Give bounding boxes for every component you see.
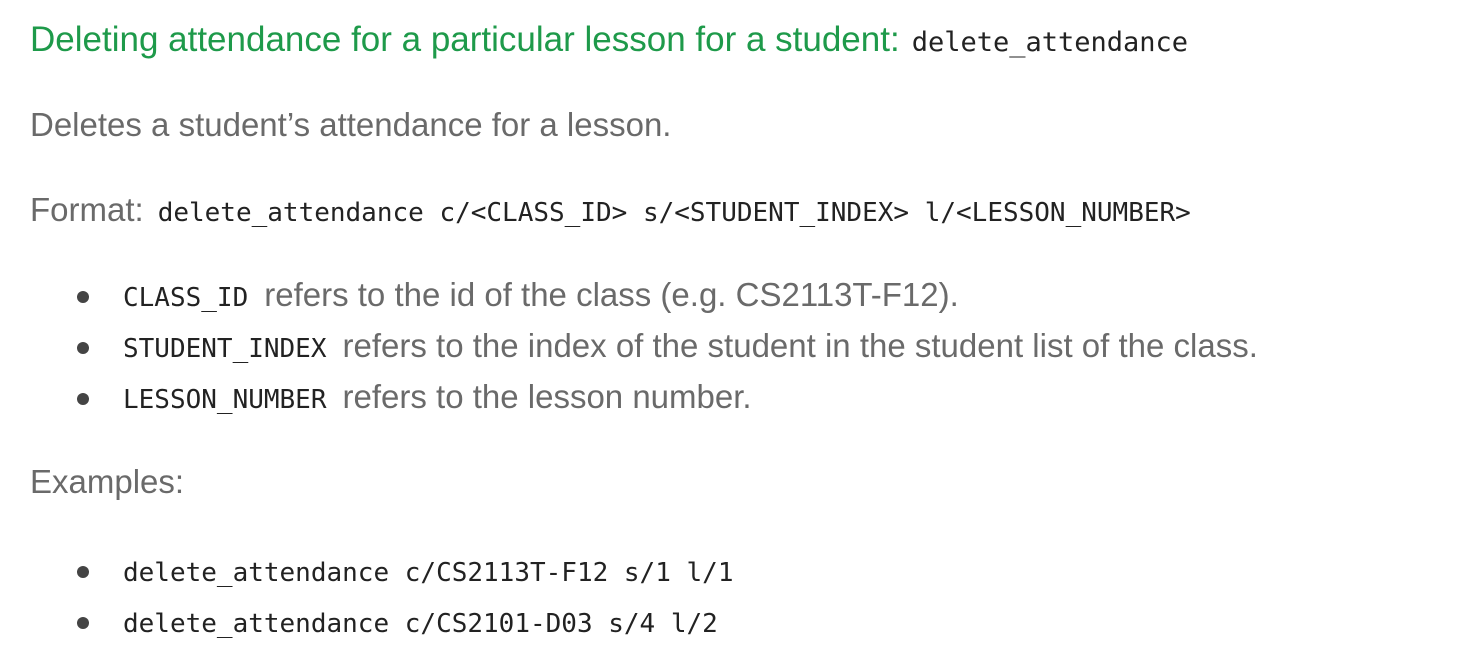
section-heading: Deleting attendance for a particular les… (30, 18, 1188, 65)
format-line: Format: delete_attendance c/<CLASS_ID> s/… (30, 188, 1191, 235)
examples-list: delete_attendance c/CS2113T-F12 s/1 l/1 … (30, 548, 733, 650)
parameter-list: CLASS_ID refers to the id of the class (e… (30, 273, 1258, 426)
bullet-icon (77, 617, 89, 629)
examples-label: Examples: (30, 463, 185, 500)
parameter-description: refers to the lesson number. (342, 378, 752, 415)
list-item-class-id: CLASS_ID refers to the id of the class (e… (30, 273, 1258, 324)
example-item: delete_attendance c/CS2101-D03 s/4 l/2 (30, 599, 733, 650)
parameter-name: CLASS_ID (123, 283, 249, 313)
format-label: Format: (30, 191, 144, 228)
example-command-code: delete_attendance c/CS2101-D03 s/4 l/2 (123, 609, 718, 639)
command-description: Deletes a student’s attendance for a les… (30, 106, 672, 143)
heading-command-code: delete_attendance (911, 27, 1189, 58)
heading-text: Deleting attendance for a particular les… (30, 20, 900, 59)
parameter-name: LESSON_NUMBER (123, 385, 327, 415)
list-item-student-index: STUDENT_INDEX refers to the index of the … (30, 324, 1258, 375)
bullet-icon (77, 566, 89, 578)
bullet-icon (77, 291, 89, 303)
example-command-code: delete_attendance c/CS2113T-F12 s/1 l/1 (123, 558, 734, 588)
parameter-name: STUDENT_INDEX (123, 334, 327, 364)
parameter-description: refers to the index of the student in th… (342, 327, 1258, 364)
format-syntax-code: delete_attendance c/<CLASS_ID> s/<STUDEN… (157, 198, 1191, 228)
bullet-icon (77, 393, 89, 405)
list-item-lesson-number: LESSON_NUMBER refers to the lesson number… (30, 375, 1258, 426)
parameter-description: refers to the id of the class (e.g. CS21… (264, 276, 959, 313)
bullet-icon (77, 342, 89, 354)
example-item: delete_attendance c/CS2113T-F12 s/1 l/1 (30, 548, 733, 599)
